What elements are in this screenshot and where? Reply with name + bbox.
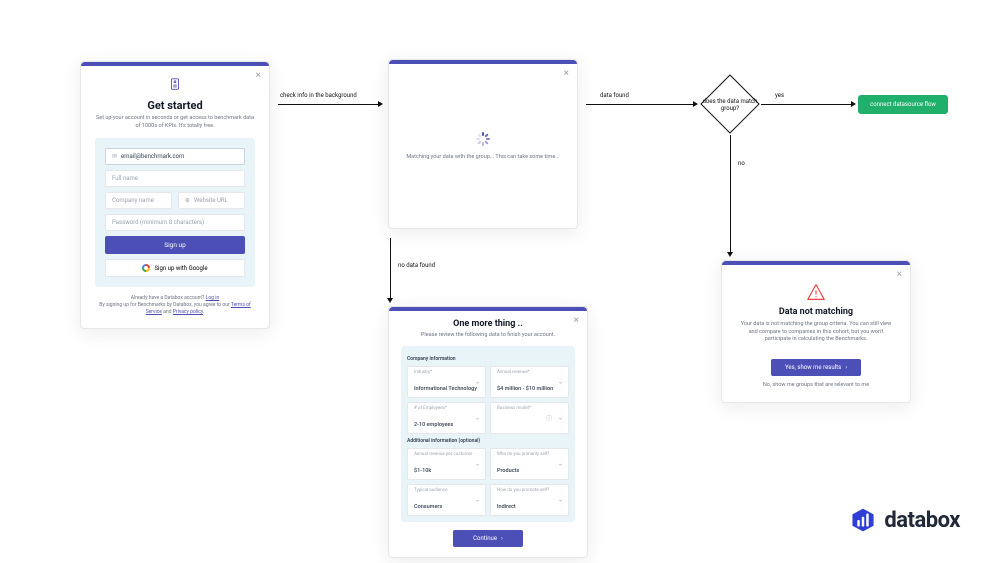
google-signup-button[interactable]: Sign up with Google — [105, 259, 245, 277]
email-icon: ✉ — [112, 153, 117, 160]
onemore-subtitle: Please review the following data to fini… — [401, 332, 575, 340]
relevant-groups-link[interactable]: No, show me groups that are relevant to … — [736, 382, 896, 388]
close-icon[interactable]: × — [574, 315, 579, 326]
fullname-field[interactable]: Full name — [105, 170, 245, 187]
flow-label-data-found: data found — [600, 92, 629, 99]
close-icon[interactable]: × — [897, 269, 902, 280]
loading-text: Matching your data with the group... Thi… — [406, 154, 559, 160]
arrow-1 — [278, 104, 378, 105]
close-icon[interactable]: × — [256, 70, 261, 81]
signup-button[interactable]: Sign up — [105, 236, 245, 254]
flow-label-no-data: no data found — [398, 262, 435, 269]
chevron-down-icon: ⌄ — [475, 414, 480, 421]
chevron-down-icon: ⌄ — [475, 460, 480, 467]
signup-card: × Get started Set up your account in sec… — [80, 61, 270, 329]
notmatching-card: × Data not matching Your data is not mat… — [721, 260, 911, 403]
loading-card: × Matching your data with the group... T… — [388, 59, 578, 229]
logo: databox — [850, 507, 960, 533]
arrowhead-1 — [378, 101, 383, 107]
flow-label-check-bg: check info in the background — [280, 92, 357, 99]
bizmodel-select[interactable]: Business model* ⓘ ⌄ — [490, 402, 569, 434]
notmatching-title: Data not matching — [736, 307, 896, 317]
section-company: Company information — [407, 356, 569, 362]
arpc-select[interactable]: Annual revenue per customer $1-10k ⌄ — [407, 448, 486, 480]
privacy-link[interactable]: Privacy policy — [173, 309, 203, 315]
chevron-down-icon: ⌄ — [558, 496, 563, 503]
fullname-placeholder: Full name — [112, 175, 138, 182]
arrowhead-nodata — [387, 298, 393, 303]
arrowhead-no — [727, 252, 733, 257]
signup-subtitle: Set up your account in seconds or get ac… — [95, 115, 255, 130]
company-field[interactable]: Company name — [105, 192, 172, 209]
sell-select[interactable]: Who do you primarily sell? Products ⌄ — [490, 448, 569, 480]
google-label: Sign up with Google — [154, 265, 207, 272]
arrow-no — [730, 135, 731, 252]
google-icon — [142, 264, 150, 272]
arrowhead-yes — [851, 101, 856, 107]
footer-text: Already have a Databox account? Log in B… — [95, 295, 255, 316]
password-field[interactable]: Password (minimum 8 characters) — [105, 214, 245, 231]
arrow-2 — [586, 104, 693, 105]
logo-text: databox — [884, 508, 960, 533]
arrow-yes — [761, 104, 851, 105]
login-link[interactable]: Log in — [206, 295, 220, 301]
chevron-down-icon: ⌄ — [475, 378, 480, 385]
continue-button[interactable]: Continue › — [453, 530, 523, 547]
onemore-title: One more thing .. — [401, 319, 575, 329]
signup-form: ✉ email@benchmark.com Full name Company … — [95, 138, 255, 287]
onemore-form: Company information Industry* Informatio… — [401, 346, 575, 522]
flow-label-no: no — [738, 160, 745, 167]
industry-select[interactable]: Industry* Informational Technology ⌄ — [407, 366, 486, 398]
website-field[interactable]: ⊕ Website URL — [178, 192, 245, 209]
audience-select[interactable]: Typical audience Consumers ⌄ — [407, 484, 486, 516]
signup-title: Get started — [95, 99, 255, 112]
continue-label: Continue — [473, 535, 497, 542]
logo-icon — [850, 507, 876, 533]
decision-text: does the data match group? — [700, 98, 760, 112]
decision-diamond: does the data match group? — [700, 74, 760, 134]
section-additional: Additional information (optional) — [407, 438, 569, 444]
arrowhead-2 — [693, 101, 698, 107]
app-icon — [95, 76, 255, 95]
show-results-label: Yes, show me results — [785, 364, 841, 371]
arrow-nodata — [390, 238, 391, 298]
chevron-down-icon: ⌄ — [558, 414, 563, 421]
company-placeholder: Company name — [112, 197, 154, 204]
endpoint-connect: connect datasource flow — [858, 95, 948, 114]
chevron-right-icon: › — [501, 535, 503, 542]
show-results-button[interactable]: Yes, show me results › — [771, 359, 861, 376]
email-value: email@benchmark.com — [121, 153, 184, 160]
website-placeholder: Website URL — [194, 197, 228, 204]
warning-icon — [806, 283, 826, 301]
password-placeholder: Password (minimum 8 characters) — [112, 219, 204, 226]
email-field[interactable]: ✉ email@benchmark.com — [105, 148, 245, 165]
promote-select[interactable]: How do you promote self? Indirect ⌄ — [490, 484, 569, 516]
chevron-down-icon: ⌄ — [475, 496, 480, 503]
close-icon[interactable]: × — [564, 68, 569, 79]
chevron-right-icon: › — [845, 364, 847, 371]
revenue-select[interactable]: Annual revenue* $4 million - $10 million… — [490, 366, 569, 398]
notmatching-body: Your data is not matching the group crit… — [736, 321, 896, 344]
flow-label-yes: yes — [775, 92, 784, 99]
employees-select[interactable]: # of Employees* 2-10 employees ⌄ — [407, 402, 486, 434]
info-icon: ⓘ — [546, 413, 552, 422]
globe-icon: ⊕ — [185, 197, 190, 204]
spinner-icon — [476, 132, 490, 146]
chevron-down-icon: ⌄ — [558, 378, 563, 385]
chevron-down-icon: ⌄ — [558, 460, 563, 467]
onemore-card: × One more thing .. Please review the fo… — [388, 306, 588, 558]
